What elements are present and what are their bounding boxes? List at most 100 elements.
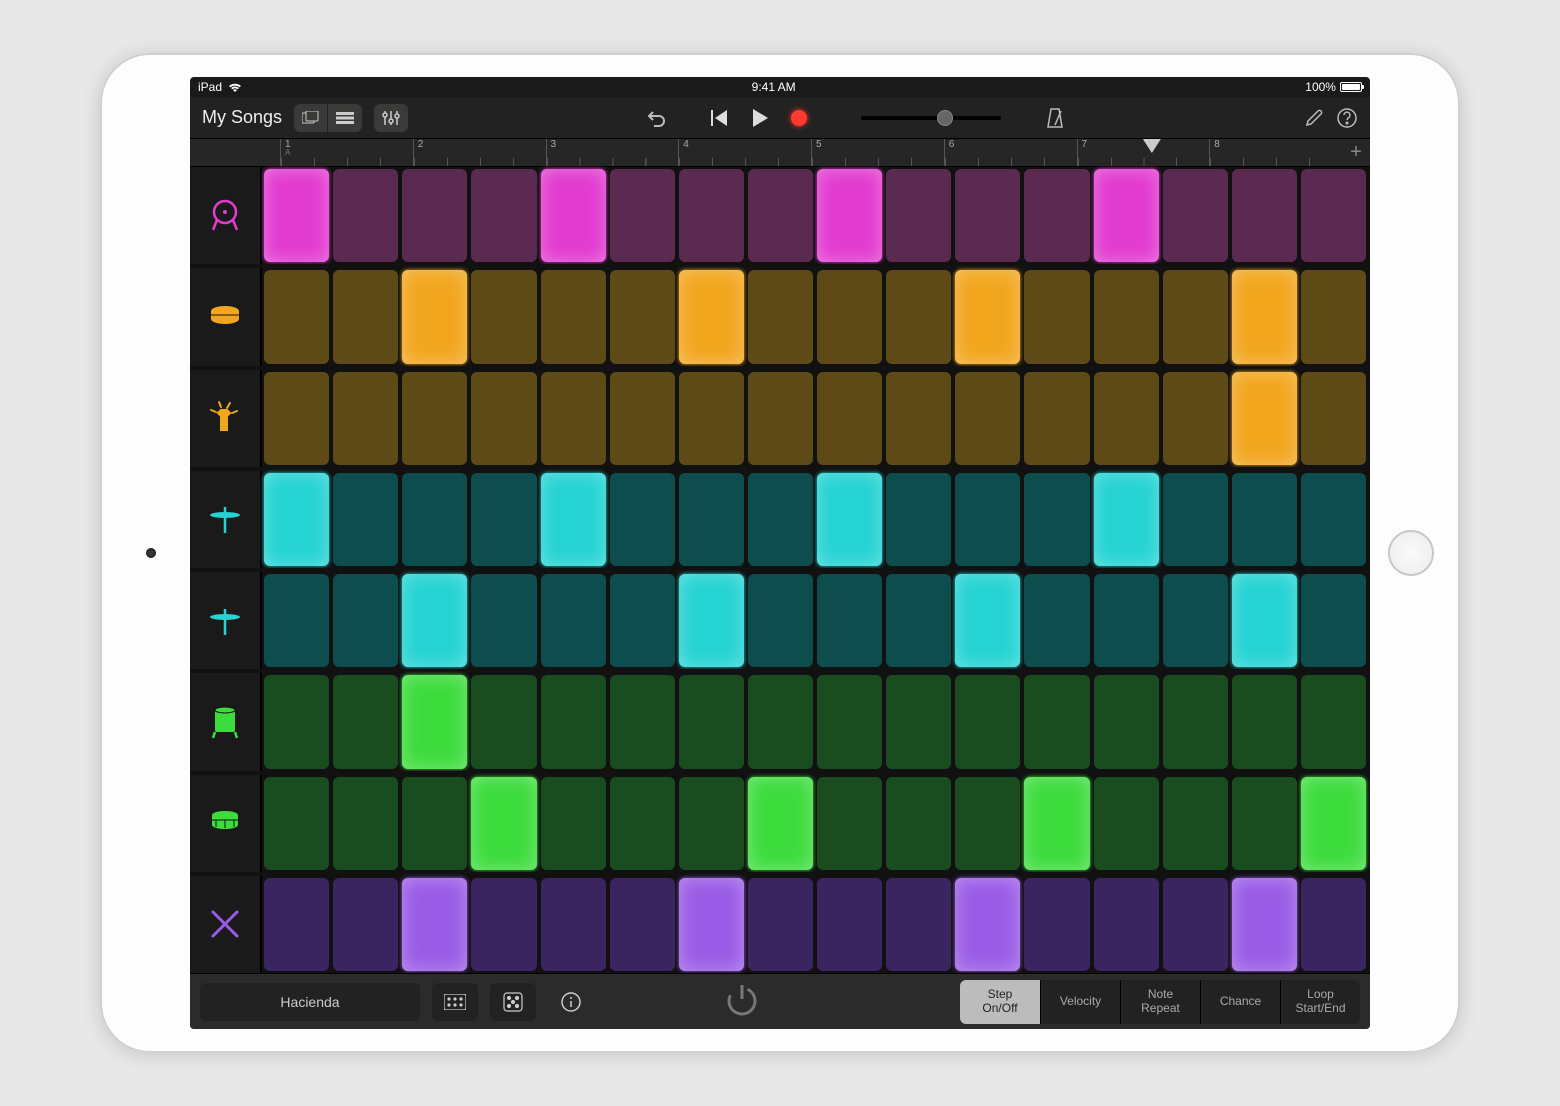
step-clap-13[interactable] [1094, 372, 1159, 465]
step-sticks-8[interactable] [748, 878, 813, 971]
step-kick-12[interactable] [1024, 169, 1089, 262]
slider-knob[interactable] [937, 110, 953, 126]
help-button[interactable] [1336, 107, 1358, 129]
step-sticks-1[interactable] [264, 878, 329, 971]
step-tom-1[interactable] [264, 675, 329, 768]
step-snare-2[interactable] [333, 270, 398, 363]
settings-button[interactable] [1302, 107, 1324, 129]
power-button[interactable] [722, 979, 762, 1024]
step-open-hat-4[interactable] [471, 574, 536, 667]
ruler-bar-1[interactable]: 1A [280, 139, 413, 166]
ruler-bar-8[interactable]: 8 [1209, 139, 1342, 166]
step-clap-9[interactable] [817, 372, 882, 465]
step-sticks-15[interactable] [1232, 878, 1297, 971]
step-tom-12[interactable] [1024, 675, 1089, 768]
step-kick-6[interactable] [610, 169, 675, 262]
step-percussion-1[interactable] [264, 777, 329, 870]
step-tom-16[interactable] [1301, 675, 1366, 768]
step-kick-5[interactable] [541, 169, 606, 262]
randomize-button[interactable] [490, 983, 536, 1021]
step-snare-7[interactable] [679, 270, 744, 363]
play-button[interactable] [751, 109, 769, 127]
step-open-hat-5[interactable] [541, 574, 606, 667]
step-closed-hat-16[interactable] [1301, 473, 1366, 566]
step-percussion-2[interactable] [333, 777, 398, 870]
step-tom-15[interactable] [1232, 675, 1297, 768]
percussion-icon[interactable] [190, 775, 262, 872]
step-snare-9[interactable] [817, 270, 882, 363]
step-kick-9[interactable] [817, 169, 882, 262]
step-kick-15[interactable] [1232, 169, 1297, 262]
record-button[interactable] [791, 110, 807, 126]
step-percussion-12[interactable] [1024, 777, 1089, 870]
step-clap-7[interactable] [679, 372, 744, 465]
kick-icon[interactable] [190, 167, 262, 264]
step-closed-hat-10[interactable] [886, 473, 951, 566]
mode-chance[interactable]: Chance [1200, 980, 1280, 1024]
step-sticks-9[interactable] [817, 878, 882, 971]
step-percussion-6[interactable] [610, 777, 675, 870]
ruler-bar-3[interactable]: 3 [546, 139, 679, 166]
step-snare-16[interactable] [1301, 270, 1366, 363]
step-kick-8[interactable] [748, 169, 813, 262]
step-sticks-14[interactable] [1163, 878, 1228, 971]
step-kick-10[interactable] [886, 169, 951, 262]
step-sticks-7[interactable] [679, 878, 744, 971]
step-percussion-13[interactable] [1094, 777, 1159, 870]
step-percussion-11[interactable] [955, 777, 1020, 870]
mixer-button[interactable] [374, 104, 408, 132]
step-tom-11[interactable] [955, 675, 1020, 768]
step-snare-13[interactable] [1094, 270, 1159, 363]
step-kick-14[interactable] [1163, 169, 1228, 262]
step-kick-1[interactable] [264, 169, 329, 262]
step-kick-4[interactable] [471, 169, 536, 262]
tom-icon[interactable] [190, 673, 262, 770]
step-sticks-3[interactable] [402, 878, 467, 971]
undo-button[interactable] [645, 109, 667, 127]
step-snare-4[interactable] [471, 270, 536, 363]
step-kick-13[interactable] [1094, 169, 1159, 262]
step-tom-6[interactable] [610, 675, 675, 768]
step-clap-1[interactable] [264, 372, 329, 465]
step-kick-7[interactable] [679, 169, 744, 262]
step-sticks-16[interactable] [1301, 878, 1366, 971]
step-open-hat-15[interactable] [1232, 574, 1297, 667]
step-clap-10[interactable] [886, 372, 951, 465]
step-closed-hat-7[interactable] [679, 473, 744, 566]
browser-button[interactable] [294, 104, 328, 132]
step-clap-16[interactable] [1301, 372, 1366, 465]
step-clap-8[interactable] [748, 372, 813, 465]
step-clap-11[interactable] [955, 372, 1020, 465]
step-open-hat-1[interactable] [264, 574, 329, 667]
step-percussion-16[interactable] [1301, 777, 1366, 870]
step-clap-3[interactable] [402, 372, 467, 465]
step-snare-14[interactable] [1163, 270, 1228, 363]
step-sticks-6[interactable] [610, 878, 675, 971]
step-closed-hat-14[interactable] [1163, 473, 1228, 566]
step-snare-12[interactable] [1024, 270, 1089, 363]
step-sticks-11[interactable] [955, 878, 1020, 971]
step-tom-3[interactable] [402, 675, 467, 768]
step-closed-hat-4[interactable] [471, 473, 536, 566]
step-clap-2[interactable] [333, 372, 398, 465]
step-percussion-8[interactable] [748, 777, 813, 870]
step-percussion-7[interactable] [679, 777, 744, 870]
step-tom-9[interactable] [817, 675, 882, 768]
ruler-bar-5[interactable]: 5 [811, 139, 944, 166]
step-tom-10[interactable] [886, 675, 951, 768]
info-button[interactable] [548, 983, 594, 1021]
step-snare-8[interactable] [748, 270, 813, 363]
step-tom-4[interactable] [471, 675, 536, 768]
step-closed-hat-15[interactable] [1232, 473, 1297, 566]
step-clap-6[interactable] [610, 372, 675, 465]
step-clap-15[interactable] [1232, 372, 1297, 465]
step-closed-hat-1[interactable] [264, 473, 329, 566]
step-kick-3[interactable] [402, 169, 467, 262]
step-open-hat-2[interactable] [333, 574, 398, 667]
preset-selector[interactable]: Hacienda [200, 983, 420, 1021]
step-tom-2[interactable] [333, 675, 398, 768]
add-section-button[interactable]: + [1342, 139, 1370, 166]
step-closed-hat-3[interactable] [402, 473, 467, 566]
step-percussion-9[interactable] [817, 777, 882, 870]
step-closed-hat-5[interactable] [541, 473, 606, 566]
